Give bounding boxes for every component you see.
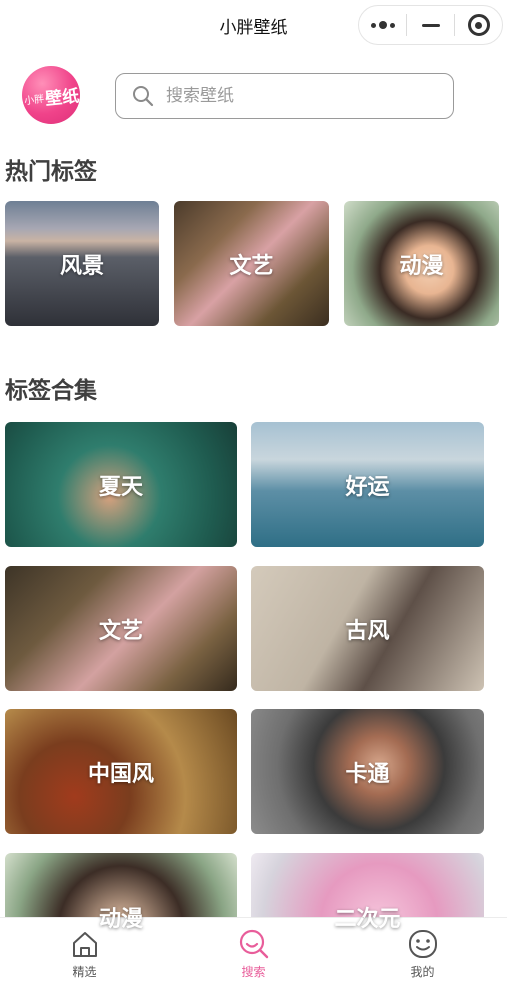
- card-label: 文艺: [229, 253, 274, 279]
- collection-card-chinese-style[interactable]: 中国风: [5, 709, 237, 834]
- mini-program-capsule: [358, 5, 503, 45]
- card-label: 夏天: [98, 474, 143, 500]
- collection-card-summer[interactable]: 夏天: [5, 422, 237, 547]
- navbar: 小胖壁纸: [0, 0, 507, 50]
- logo-text-big: 壁纸: [43, 85, 80, 110]
- hot-tag-card-literary[interactable]: 文艺: [174, 201, 329, 326]
- tab-bar: 精选 搜索 我的: [0, 917, 507, 986]
- card-label: 中国风: [87, 761, 154, 787]
- tab-label: 搜索: [241, 965, 266, 979]
- home-icon: [69, 928, 101, 960]
- collection-card-ancient-style[interactable]: 古风: [251, 566, 484, 691]
- search-input[interactable]: [166, 86, 406, 106]
- app-logo: 小胖 壁纸: [22, 66, 80, 124]
- more-dots-icon: [370, 21, 395, 29]
- collection-card-good-luck[interactable]: 好运: [251, 422, 484, 547]
- hot-tags-title: 热门标签: [5, 159, 97, 185]
- tab-label: 我的: [410, 965, 435, 979]
- minimize-button[interactable]: [407, 6, 454, 44]
- smiley-icon: [407, 928, 439, 960]
- hot-tag-card-scenery[interactable]: 风景: [5, 201, 159, 326]
- logo-text-small: 小胖: [23, 93, 45, 107]
- hot-tag-card-anime[interactable]: 动漫: [344, 201, 499, 326]
- tab-search[interactable]: 搜索: [169, 918, 338, 986]
- card-label: 古风: [345, 618, 390, 644]
- card-label: 动漫: [98, 906, 143, 932]
- search-icon: [238, 928, 270, 960]
- card-label: 动漫: [399, 253, 444, 279]
- collections-title: 标签合集: [5, 378, 97, 404]
- tab-label: 精选: [72, 965, 97, 979]
- card-label: 文艺: [98, 618, 143, 644]
- minimize-icon: [421, 23, 440, 27]
- tab-featured[interactable]: 精选: [0, 918, 169, 986]
- collection-card-cartoon[interactable]: 卡通: [251, 709, 484, 834]
- search-icon: [132, 85, 154, 107]
- page: 小胖壁纸 小胖 壁纸 热门标签: [0, 0, 507, 986]
- card-label: 卡通: [345, 761, 390, 787]
- card-label: 二次元: [334, 906, 401, 932]
- search-box[interactable]: [115, 73, 454, 119]
- card-label: 风景: [59, 253, 104, 279]
- more-button[interactable]: [359, 6, 406, 44]
- close-button[interactable]: [455, 6, 502, 44]
- collection-card-literary[interactable]: 文艺: [5, 566, 237, 691]
- close-target-icon: [467, 14, 490, 36]
- card-label: 好运: [345, 474, 390, 500]
